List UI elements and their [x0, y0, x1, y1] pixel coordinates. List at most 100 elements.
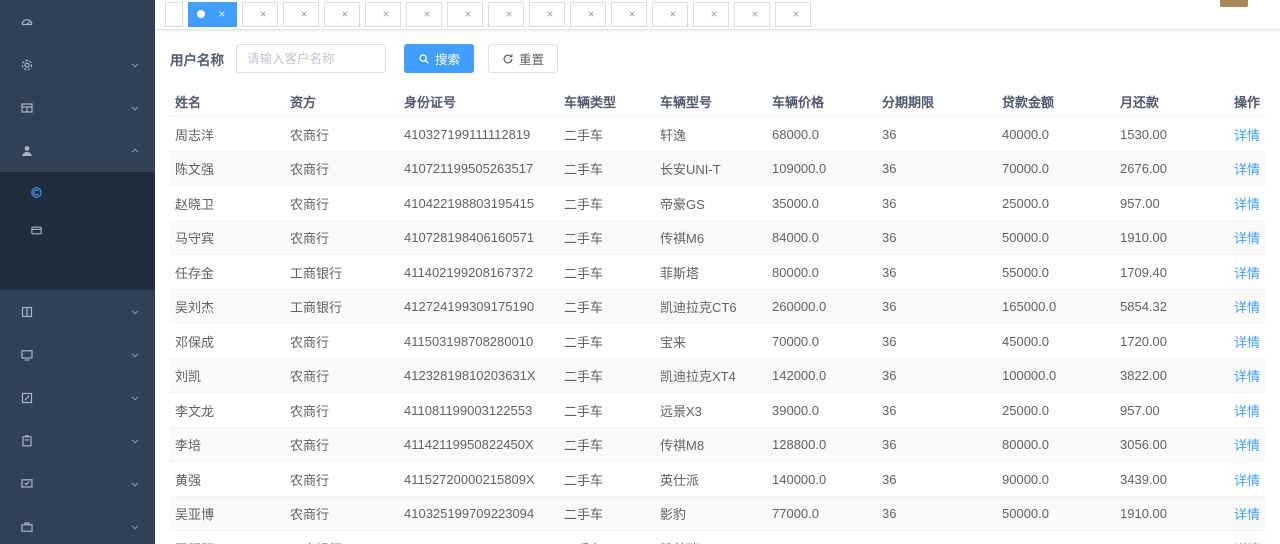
detail-link[interactable]: 详情 [1234, 473, 1260, 488]
tab-15[interactable]: × [775, 2, 811, 27]
detail-link[interactable]: 详情 [1234, 128, 1260, 143]
cell-funder: 农商行 [285, 358, 399, 393]
sidebar-item-8[interactable] [0, 462, 155, 505]
sidebar-item-9[interactable] [0, 505, 155, 544]
cell-term: 36 [877, 324, 997, 359]
detail-link[interactable]: 详情 [1234, 369, 1260, 384]
detail-link[interactable]: 详情 [1234, 197, 1260, 212]
detail-link[interactable]: 详情 [1234, 335, 1260, 350]
cell-loan: 165000.0 [997, 289, 1115, 324]
cell-vehicle_model: 帝豪GS [655, 186, 767, 221]
detail-link[interactable]: 详情 [1234, 266, 1260, 281]
tab-14[interactable]: × [734, 2, 770, 27]
cell-vehicle_model: 远景X3 [655, 393, 767, 428]
column-header-7: 贷款金额 [997, 86, 1115, 117]
sidebar-item-2[interactable] [0, 86, 155, 129]
close-icon[interactable]: × [585, 8, 597, 20]
tab-10[interactable]: × [570, 2, 606, 27]
cell-vehicle_model: 凯迪拉克XT4 [655, 358, 767, 393]
sidebar-subitem-0[interactable] [0, 174, 155, 212]
cell-loan: 25000.0 [997, 393, 1115, 428]
close-icon[interactable]: × [257, 8, 269, 20]
close-icon[interactable]: × [708, 8, 720, 20]
cell-term: 36 [877, 186, 997, 221]
cell-name: 刘凯 [170, 358, 285, 393]
cell-name: 黄强 [170, 462, 285, 497]
close-icon[interactable]: × [667, 8, 679, 20]
business-icon [20, 101, 34, 115]
tab-8[interactable]: × [488, 2, 524, 27]
tab-7[interactable]: × [447, 2, 483, 27]
cell-id_card: 410728198406160571 [399, 220, 559, 255]
close-icon[interactable]: × [626, 8, 638, 20]
cell-monthly: 3056.00 [1115, 427, 1229, 462]
cell-monthly: 1910.00 [1115, 531, 1229, 544]
tools-icon [20, 520, 34, 534]
close-icon[interactable]: × [216, 8, 228, 20]
sidebar-item-1[interactable] [0, 43, 155, 86]
tab-3[interactable]: × [283, 2, 319, 27]
sidebar-item-3[interactable] [0, 129, 155, 172]
tab-12[interactable]: × [652, 2, 688, 27]
cell-vehicle_model: 传祺M6 [655, 220, 767, 255]
close-icon[interactable]: × [790, 8, 802, 20]
cell-term: 36 [877, 358, 997, 393]
detail-link[interactable]: 详情 [1234, 162, 1260, 177]
column-header-9: 操作 [1229, 86, 1265, 117]
cell-loan: 55000.0 [997, 255, 1115, 290]
tab-13[interactable]: × [693, 2, 729, 27]
close-icon[interactable]: × [339, 8, 351, 20]
chevron-down-icon [129, 478, 141, 490]
close-icon[interactable]: × [544, 8, 556, 20]
table-row: 吴亚博农商行410325199709223094二手车影豹77000.03650… [170, 496, 1265, 531]
close-icon[interactable]: × [749, 8, 761, 20]
tab-0[interactable] [165, 2, 183, 27]
close-icon[interactable]: × [462, 8, 474, 20]
cell-vehicle_type: 二手车 [559, 531, 655, 544]
detail-link[interactable]: 详情 [1234, 231, 1260, 246]
cell-term: 36 [877, 393, 997, 428]
cell-vehicle_type: 二手车 [559, 255, 655, 290]
cell-term: 36 [877, 117, 997, 152]
detail-link[interactable]: 详情 [1234, 438, 1260, 453]
customer-name-input[interactable] [236, 44, 386, 73]
detail-link[interactable]: 详情 [1234, 507, 1260, 522]
chevron-down-icon [129, 435, 141, 447]
close-icon[interactable]: × [421, 8, 433, 20]
sidebar-item-7[interactable] [0, 419, 155, 462]
sidebar-subitem-2[interactable] [0, 250, 155, 288]
sidebar-item-0[interactable] [0, 0, 155, 43]
close-icon[interactable]: × [503, 8, 515, 20]
chevron-up-icon [129, 145, 141, 157]
sidebar-subitem-1[interactable] [0, 212, 155, 250]
close-icon[interactable]: × [298, 8, 310, 20]
tab-4[interactable]: × [324, 2, 360, 27]
report-icon [20, 348, 34, 362]
process-icon [20, 391, 34, 405]
cell-monthly: 1910.00 [1115, 496, 1229, 531]
detail-link[interactable]: 详情 [1234, 300, 1260, 315]
reset-button[interactable]: 重置 [488, 44, 558, 73]
tab-2[interactable]: × [242, 2, 278, 27]
cell-actions: 详情 [1229, 220, 1265, 255]
close-icon[interactable]: × [380, 8, 392, 20]
cell-monthly: 957.00 [1115, 186, 1229, 221]
sidebar-item-6[interactable] [0, 376, 155, 419]
cell-loan: 50000.0 [997, 531, 1115, 544]
tab-5[interactable]: × [365, 2, 401, 27]
cell-vehicle_type: 二手车 [559, 289, 655, 324]
tab-1[interactable]: × [188, 2, 237, 27]
tab-9[interactable]: × [529, 2, 565, 27]
sidebar-item-4[interactable] [0, 290, 155, 333]
cell-id_card: 412724199309175190 [399, 289, 559, 324]
sidebar-item-5[interactable] [0, 333, 155, 376]
column-header-5: 车辆价格 [767, 86, 877, 117]
tab-11[interactable]: × [611, 2, 647, 27]
cell-funder: 农商行 [285, 427, 399, 462]
search-button[interactable]: 搜索 [404, 44, 474, 73]
chevron-down-icon [129, 102, 141, 114]
cell-price: 68000.0 [767, 117, 877, 152]
detail-link[interactable]: 详情 [1234, 404, 1260, 419]
cell-loan: 25000.0 [997, 186, 1115, 221]
tab-6[interactable]: × [406, 2, 442, 27]
